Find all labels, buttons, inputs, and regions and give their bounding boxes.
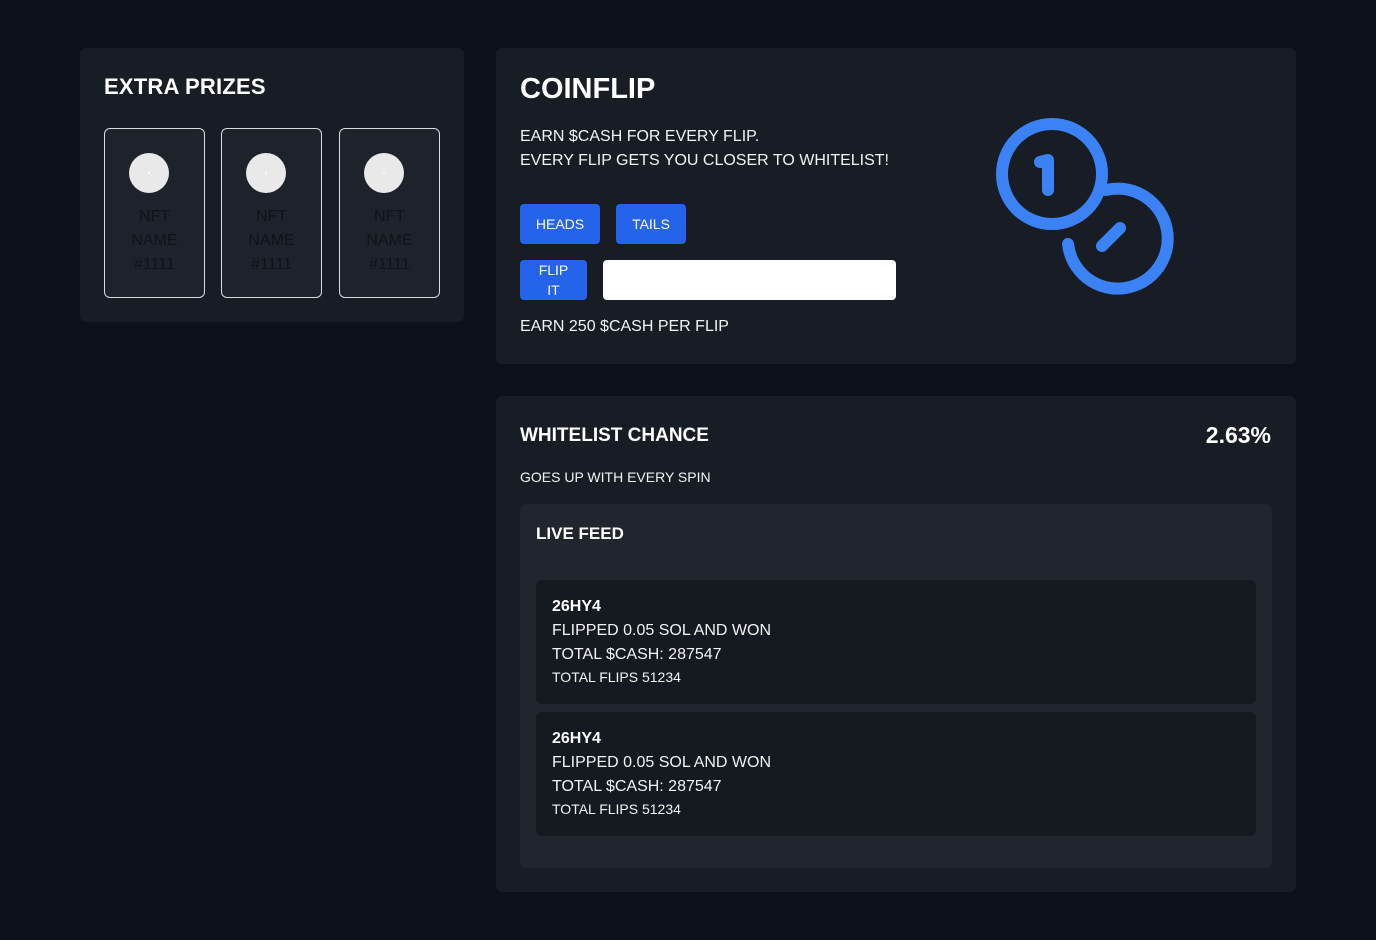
feed-user: 26HY4 <box>552 598 601 615</box>
coinflip-panel: COINFLIP EARN $CASH FOR EVERY FLIP. EVER… <box>496 48 1296 364</box>
prize-name: NFT NAME #1111 <box>366 208 413 273</box>
coins-icon <box>996 118 1174 295</box>
prize-avatar <box>129 153 169 193</box>
tails-button[interactable]: TAILS <box>616 204 686 244</box>
back-coin-mark <box>1096 222 1126 252</box>
prize-card[interactable]: NFT NAME #1111 <box>339 128 440 298</box>
whitelist-subtitle: GOES UP WITH EVERY SPIN <box>520 469 711 485</box>
whitelist-panel: WHITELIST CHANCE 2.63% GOES UP WITH EVER… <box>496 396 1296 892</box>
prize-avatar <box>246 153 286 193</box>
feed-item: 26HY4 FLIPPED 0.05 SOL AND WON TOTAL $CA… <box>536 712 1256 836</box>
prize-name: NFT NAME #1111 <box>248 208 295 273</box>
feed-action: FLIPPED 0.05 SOL AND WON <box>552 622 772 639</box>
prize-avatar <box>364 153 404 193</box>
feed-total-cash: TOTAL $CASH: 287547 <box>552 778 722 795</box>
feed-action: FLIPPED 0.05 SOL AND WON <box>552 754 772 771</box>
extra-prizes-title: EXTRA PRIZES <box>104 74 266 99</box>
page: EXTRA PRIZES NFT NAME #1111 NFT NAME #11… <box>0 0 1376 940</box>
feed-total-cash: TOTAL $CASH: 287547 <box>552 646 722 663</box>
live-feed: LIVE FEED 26HY4 FLIPPED 0.05 SOL AND WON… <box>520 504 1272 868</box>
whitelist-title: WHITELIST CHANCE <box>520 425 709 446</box>
flip-it-button[interactable]: FLIP IT <box>520 260 587 300</box>
feed-item: 26HY4 FLIPPED 0.05 SOL AND WON TOTAL $CA… <box>536 580 1256 704</box>
feed-user: 26HY4 <box>552 730 601 747</box>
coinflip-description: EARN $CASH FOR EVERY FLIP. EVERY FLIP GE… <box>520 128 889 169</box>
heads-button[interactable]: HEADS <box>520 204 600 244</box>
prize-card[interactable]: NFT NAME #1111 <box>104 128 205 298</box>
whitelist-percent: 2.63% <box>1205 422 1271 448</box>
front-coin-one <box>1034 154 1054 196</box>
prize-card[interactable]: NFT NAME #1111 <box>221 128 322 298</box>
coinflip-title: COINFLIP <box>520 73 656 105</box>
earn-per-flip-text: EARN 250 $CASH PER FLIP <box>520 318 729 335</box>
prize-name: NFT NAME #1111 <box>131 208 178 273</box>
feed-total-flips: TOTAL FLIPS 51234 <box>552 801 681 817</box>
flip-amount-input[interactable] <box>603 260 896 300</box>
feed-total-flips: TOTAL FLIPS 51234 <box>552 669 681 685</box>
live-feed-title: LIVE FEED <box>536 524 624 543</box>
